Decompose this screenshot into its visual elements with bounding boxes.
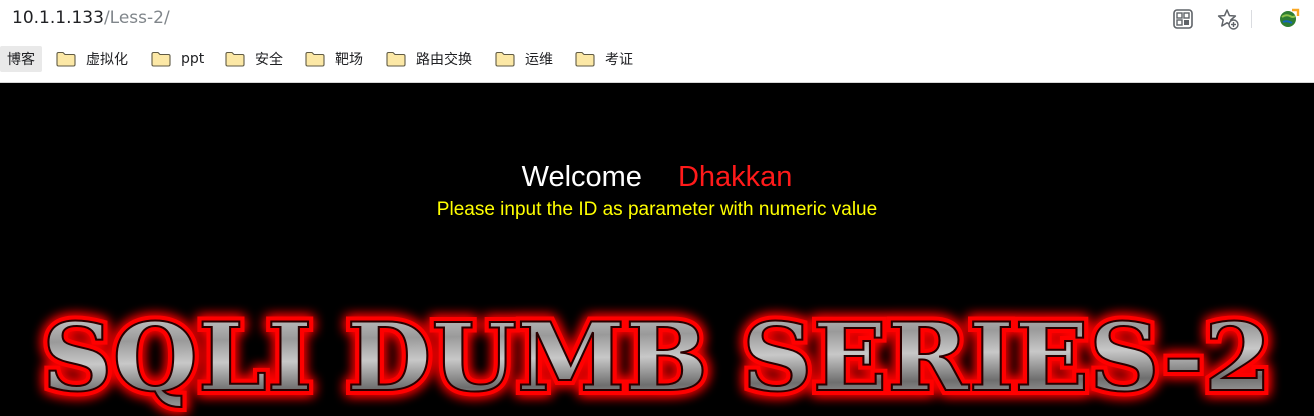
bookmark-label: 考证 xyxy=(605,52,633,68)
bookmark-label: 虚拟化 xyxy=(86,52,128,68)
bookmark-label: 靶场 xyxy=(335,52,363,68)
bookmark-label: ppt xyxy=(181,51,205,67)
instruction-text: Please input the ID as parameter with nu… xyxy=(436,199,878,220)
qr-grid-icon[interactable] xyxy=(1172,8,1194,30)
folder-icon xyxy=(386,51,406,67)
folder-icon xyxy=(495,51,515,67)
bookmark-label: 博客 xyxy=(7,52,35,68)
bookmark-folder-ops[interactable]: 运维 xyxy=(495,46,553,72)
bookmark-folder-ppt[interactable]: ppt xyxy=(151,46,204,72)
welcome-line: Welcome Dhakkan xyxy=(0,161,1314,193)
bookmark-folder-security[interactable]: 安全 xyxy=(225,46,283,72)
bookmark-label: 安全 xyxy=(255,52,283,68)
username-text: Dhakkan xyxy=(677,161,793,193)
browser-toolbar: 10.1.1.133/Less-2/ xyxy=(0,0,1314,38)
url-path: /Less-2/ xyxy=(103,8,170,28)
banner-text: SQLI DUMB SERIES-2 xyxy=(42,303,1272,413)
address-bar[interactable]: 10.1.1.133/Less-2/ xyxy=(12,7,170,29)
page-content: Welcome Dhakkan Please input the ID as pa… xyxy=(0,83,1314,416)
welcome-text: Welcome xyxy=(521,161,642,193)
toolbar-separator xyxy=(1251,10,1252,28)
bookmark-folder-certs[interactable]: 考证 xyxy=(575,46,633,72)
url-host: 10.1.1.133 xyxy=(12,8,104,28)
bookmark-folder-virtualization[interactable]: 虚拟化 xyxy=(56,46,128,72)
bookmarks-bar: 博客 虚拟化 ppt 安全 靶场 路由交换 运维 考证 xyxy=(0,38,1314,83)
folder-icon xyxy=(151,51,171,67)
extension-globe-icon[interactable] xyxy=(1278,8,1300,30)
folder-icon xyxy=(575,51,595,67)
bookmark-blog[interactable]: 博客 xyxy=(0,46,42,72)
bookmark-folder-range[interactable]: 靶场 xyxy=(305,46,363,72)
star-add-icon[interactable] xyxy=(1217,8,1239,30)
folder-icon xyxy=(305,51,325,67)
sqli-banner: SQLI DUMB SERIES-2 SQLI DUMB SERIES-2 xyxy=(37,298,1277,416)
bookmark-folder-routing[interactable]: 路由交换 xyxy=(386,46,472,72)
folder-icon xyxy=(225,51,245,67)
folder-icon xyxy=(56,51,76,67)
bookmark-label: 路由交换 xyxy=(416,52,472,68)
bookmark-label: 运维 xyxy=(525,52,553,68)
